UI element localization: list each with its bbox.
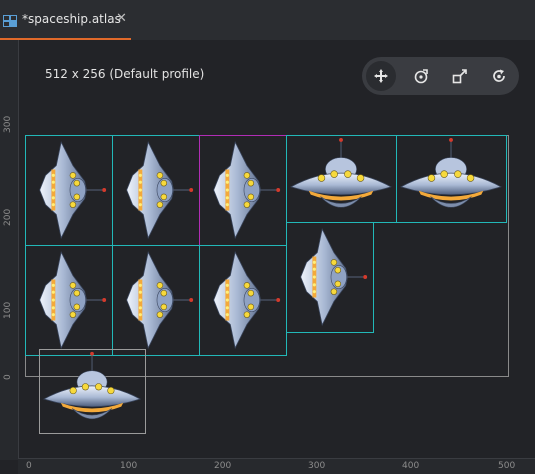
tab-title: *spaceship.atlas <box>22 12 121 26</box>
sprite-image[interactable] <box>396 135 507 223</box>
atlas-icon <box>3 13 18 27</box>
rotate-icon <box>414 69 428 84</box>
ruler-label-100: 100 <box>3 301 13 319</box>
ruler-label-300: 300 <box>3 115 13 133</box>
reset-view-icon <box>493 69 505 82</box>
ruler-label-x0: 0 <box>26 461 32 471</box>
scale-icon <box>452 69 467 84</box>
ruler-label-x400: 400 <box>402 461 420 471</box>
ruler-label-200: 200 <box>3 208 13 226</box>
ruler-label-0: 0 <box>3 374 13 380</box>
scale-tool-button[interactable] <box>445 61 475 91</box>
view-toolbar <box>362 57 519 95</box>
sprite-image[interactable] <box>286 135 397 223</box>
move-icon <box>374 69 388 83</box>
reset-view-button[interactable] <box>484 61 514 91</box>
ruler-label-x500: 500 <box>498 461 516 471</box>
bottom-ruler: 0 100 200 300 400 500 <box>18 458 535 474</box>
left-ruler: 300 200 100 0 <box>0 40 19 460</box>
tab-spaceship-atlas[interactable]: *spaceship.atlas ✕ <box>0 0 131 40</box>
sprite-image-selected[interactable] <box>199 135 287 246</box>
sprite-image[interactable] <box>199 245 287 356</box>
rotate-tool-button[interactable] <box>406 61 436 91</box>
sprite-image[interactable] <box>112 135 200 246</box>
sprite-image[interactable] <box>25 135 113 246</box>
sprite-image[interactable] <box>286 222 374 333</box>
atlas-size-label: 512 x 256 (Default profile) <box>45 67 205 81</box>
close-icon[interactable]: ✕ <box>116 11 127 26</box>
sprite-image-outside-bounds[interactable] <box>39 349 146 434</box>
ruler-label-x200: 200 <box>214 461 232 471</box>
ruler-label-x100: 100 <box>120 461 138 471</box>
editor-tab-bar: *spaceship.atlas ✕ <box>0 0 535 40</box>
move-tool-button[interactable] <box>366 61 396 91</box>
sprite-image[interactable] <box>112 245 200 356</box>
sprite-image[interactable] <box>25 245 113 356</box>
ruler-label-x300: 300 <box>308 461 326 471</box>
